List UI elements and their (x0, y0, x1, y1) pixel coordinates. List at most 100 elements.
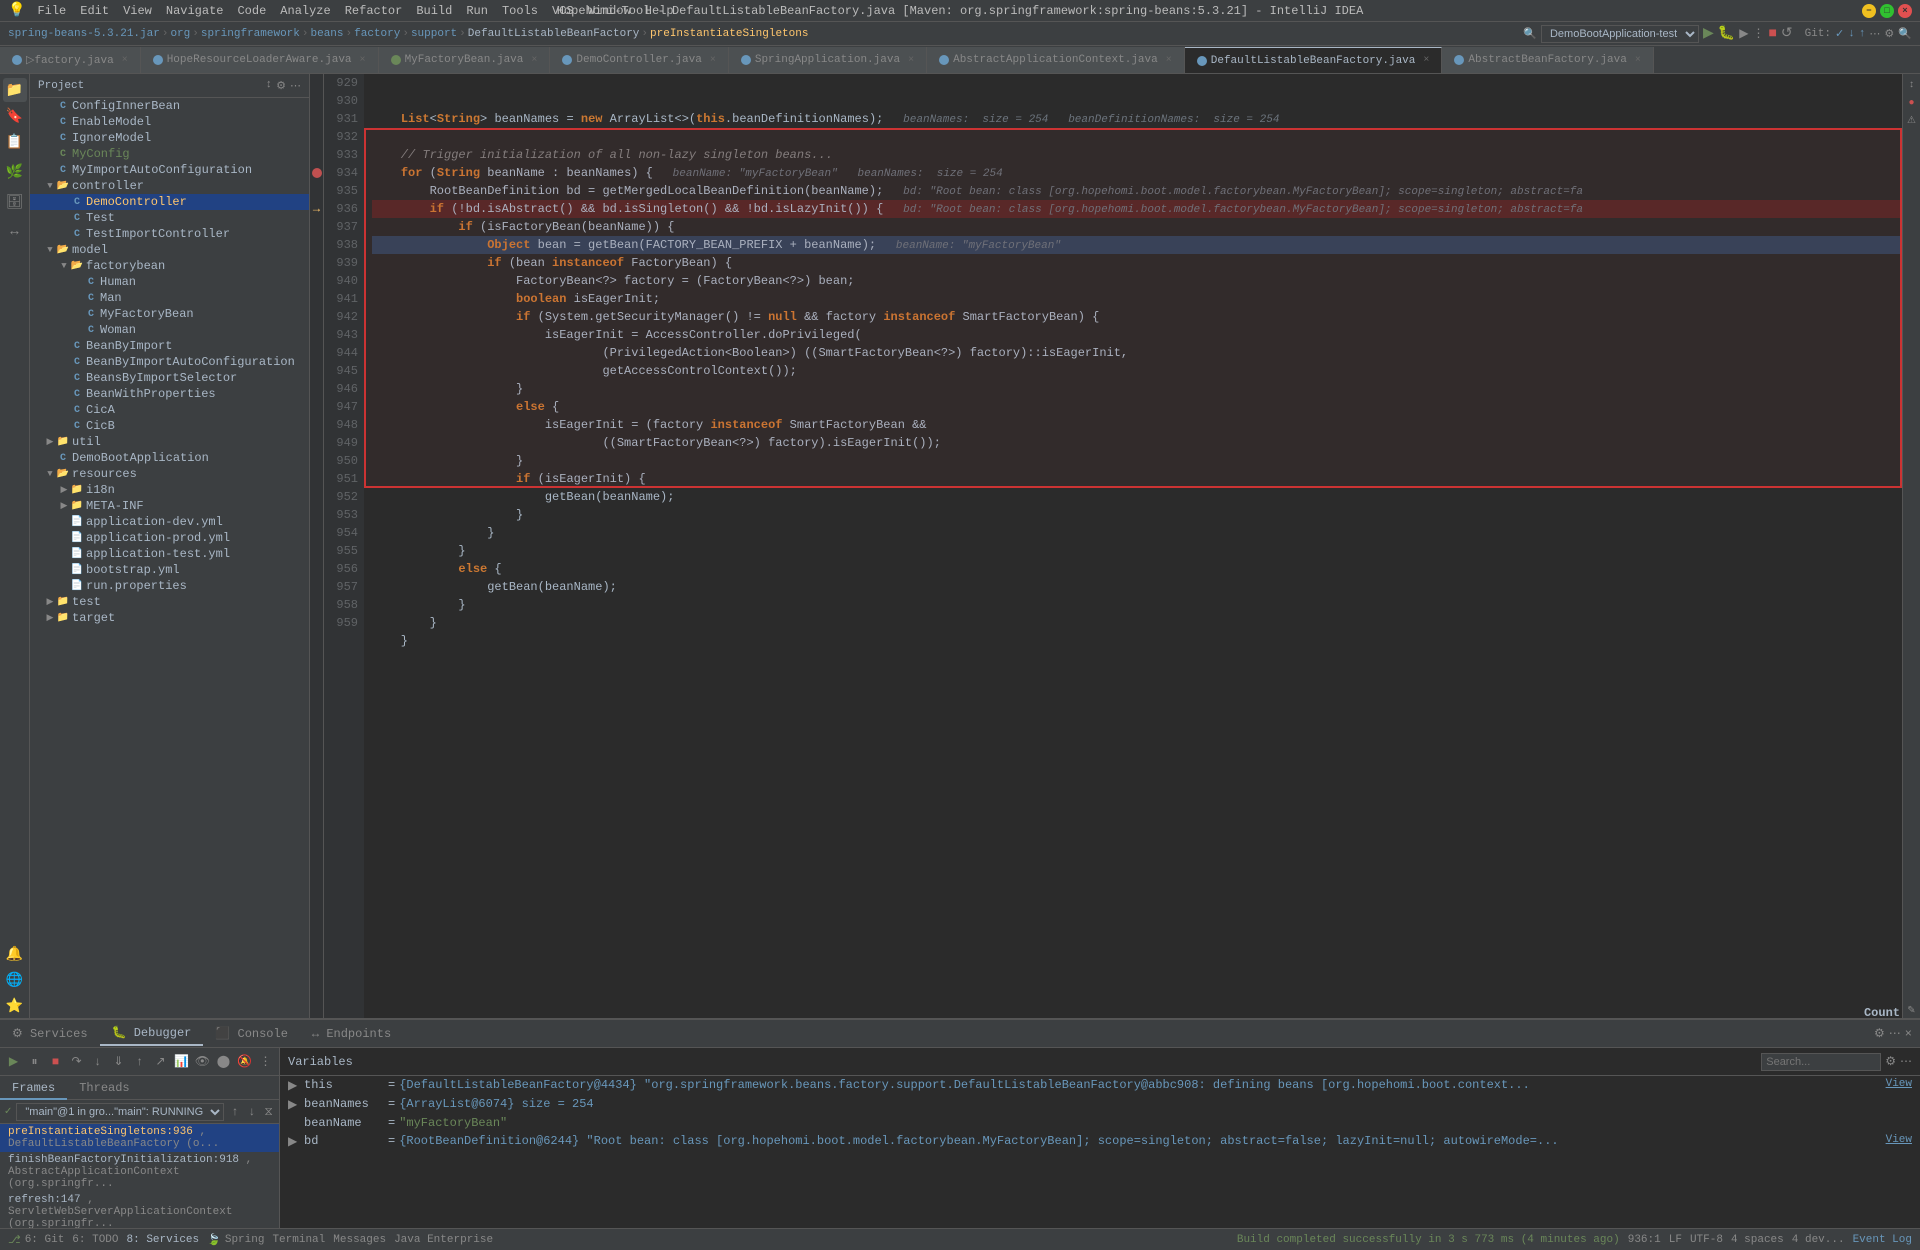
var-item-beanname[interactable]: beanName = "myFactoryBean" (280, 1114, 1920, 1132)
tree-item-application-test.yml[interactable]: 📄application-test.yml (30, 546, 309, 562)
thread-up-btn[interactable]: ↑ (228, 1102, 241, 1122)
debug-step-over-btn[interactable]: ↷ (67, 1052, 86, 1072)
tree-item-target[interactable]: ▶📁target (30, 610, 309, 626)
frames-tab[interactable]: Frames (0, 1076, 67, 1100)
tab-hope-resource[interactable]: HopeResourceLoaderAware.java × (141, 47, 379, 73)
tree-item-testimportcontroller[interactable]: CTestImportController (30, 226, 309, 242)
breadcrumb-beans[interactable]: beans (311, 28, 344, 40)
tree-item-democontroller[interactable]: CDemoController (30, 194, 309, 210)
menu-file[interactable]: File (31, 0, 72, 22)
right-icon-2[interactable]: ● (1905, 96, 1919, 110)
menu-build[interactable]: Build (410, 0, 458, 22)
bottom-settings-icon[interactable]: ⚙ (1874, 1026, 1885, 1041)
project-scope-icon[interactable]: ↕ (266, 79, 273, 93)
tab-close-factory[interactable]: × (122, 55, 128, 66)
bottom-tab-console[interactable]: ⬛ Console (203, 1022, 300, 1045)
tree-item-test[interactable]: ▶📁test (30, 594, 309, 610)
tab-abstractappcontext[interactable]: AbstractApplicationContext.java × (927, 47, 1185, 73)
tree-item-test[interactable]: CTest (30, 210, 309, 226)
debug-button[interactable]: 🐛 (1718, 25, 1735, 42)
tree-item-application-prod.yml[interactable]: 📄application-prod.yml (30, 530, 309, 546)
debug-pause-btn[interactable]: ⏸ (25, 1052, 44, 1072)
debug-eval-btn[interactable]: 📊 (172, 1052, 191, 1072)
variables-search-input[interactable] (1761, 1053, 1881, 1071)
menu-navigate[interactable]: Navigate (160, 0, 230, 22)
tab-close-abstractapp[interactable]: × (1166, 55, 1172, 66)
tab-close-democontroller[interactable]: × (710, 55, 716, 66)
var-item-this[interactable]: ▶ this = {DefaultListableBeanFactory@443… (280, 1076, 1920, 1095)
git-push[interactable]: ↑ (1859, 28, 1866, 40)
sidebar-favorites-icon[interactable]: ⭐ (3, 994, 27, 1018)
tree-item-model[interactable]: ▼📂model (30, 242, 309, 258)
tree-item-cica[interactable]: CCicA (30, 402, 309, 418)
status-position[interactable]: 936:1 (1628, 1234, 1661, 1246)
tree-item-myconfig[interactable]: CMyConfig (30, 146, 309, 162)
status-spring[interactable]: 🍃 Spring (207, 1233, 264, 1247)
threads-tab[interactable]: Threads (67, 1076, 141, 1100)
tab-close-defaultlistable[interactable]: × (1423, 55, 1429, 66)
tree-item-ignoremodel[interactable]: CIgnoreModel (30, 130, 309, 146)
tree-item-resources[interactable]: ▼📂resources (30, 466, 309, 482)
debug-step-out-btn[interactable]: ↑ (130, 1052, 149, 1072)
tab-close-abstractbean[interactable]: × (1635, 55, 1641, 66)
status-encoding[interactable]: UTF-8 (1690, 1234, 1723, 1246)
tab-factory[interactable]: ▷factory.java × (0, 47, 141, 73)
breadcrumb-springframework[interactable]: springframework (201, 28, 300, 40)
tree-item-myimportautoconfiguration[interactable]: CMyImportAutoConfiguration (30, 162, 309, 178)
sidebar-structure-icon[interactable]: 📋 (3, 130, 27, 154)
run-config-selector[interactable]: DemoBootApplication-test (1541, 25, 1699, 43)
code-area[interactable]: → 92993093193293393493593693793893994094… (310, 74, 1902, 1018)
menu-code[interactable]: Code (231, 0, 272, 22)
stop-button[interactable]: ■ (1768, 26, 1776, 42)
right-icon-1[interactable]: ↕ (1905, 78, 1919, 92)
menu-run[interactable]: Run (460, 0, 494, 22)
settings-icon[interactable]: ⚙ (1884, 27, 1894, 41)
tree-item-bootstrap.yml[interactable]: 📄bootstrap.yml (30, 562, 309, 578)
thread-down-btn[interactable]: ↓ (245, 1102, 258, 1122)
sidebar-bookmark-icon[interactable]: 🔖 (3, 104, 27, 128)
tree-item-human[interactable]: CHuman (30, 274, 309, 290)
project-settings-icon[interactable]: ⚙ (276, 79, 286, 93)
search-everywhere-icon[interactable]: 🔍 (1898, 27, 1912, 41)
status-todo[interactable]: 6: TODO (72, 1234, 118, 1246)
debug-breakpoints-btn[interactable]: ⬤ (214, 1052, 233, 1072)
status-git[interactable]: ⎇ 6: Git (8, 1233, 64, 1247)
sidebar-project-icon[interactable]: 📁 (3, 78, 27, 102)
tree-item-demobootapplication[interactable]: CDemoBootApplication (30, 450, 309, 466)
project-gear-icon[interactable]: ⋯ (290, 79, 301, 93)
tab-springapplication[interactable]: SpringApplication.java × (729, 47, 927, 73)
var-expand-icon[interactable]: ▶ (288, 1078, 300, 1093)
menu-edit[interactable]: Edit (74, 0, 115, 22)
var-view-link-this[interactable]: View (1886, 1078, 1912, 1090)
debug-mute-btn[interactable]: 🔕 (235, 1052, 254, 1072)
tree-item-beanwithproperties[interactable]: CBeanWithProperties (30, 386, 309, 402)
right-icon-4[interactable]: ✎ (1905, 1004, 1919, 1018)
frame-item-1[interactable]: finishBeanFactoryInitialization:918 , Ab… (0, 1152, 279, 1192)
tree-item-woman[interactable]: CWoman (30, 322, 309, 338)
tab-close-hope[interactable]: × (360, 55, 366, 66)
debug-run-to-cursor[interactable]: ↗ (151, 1052, 170, 1072)
status-lf[interactable]: LF (1669, 1234, 1682, 1246)
tree-item-myfactorybean[interactable]: CMyFactoryBean (30, 306, 309, 322)
sidebar-notifications-icon[interactable]: 🔔 (3, 942, 27, 966)
tree-item-beanbyimport[interactable]: CBeanByImport (30, 338, 309, 354)
debug-stop-btn[interactable]: ■ (46, 1052, 65, 1072)
menu-analyze[interactable]: Analyze (274, 0, 336, 22)
tree-item-i18n[interactable]: ▶📁i18n (30, 482, 309, 498)
var-item-bd[interactable]: ▶ bd = {RootBeanDefinition@6244} "Root b… (280, 1132, 1920, 1151)
menu-tools[interactable]: Tools (496, 0, 544, 22)
thread-filter-btn[interactable]: ⧖ (262, 1102, 275, 1122)
var-expand-icon[interactable]: ▶ (288, 1097, 300, 1112)
sidebar-database-icon[interactable]: 🗄 (3, 190, 27, 214)
status-indent[interactable]: 4 dev... (1792, 1234, 1845, 1246)
sidebar-git-icon[interactable]: 🌿 (3, 160, 27, 184)
code-content[interactable]: List<String> beanNames = new ArrayList<>… (364, 74, 1902, 1018)
event-log-link[interactable]: Event Log (1853, 1234, 1912, 1246)
more-run-options[interactable]: ⋮ (1752, 26, 1764, 41)
tree-item-beansbyimportselector[interactable]: CBeansByImportSelector (30, 370, 309, 386)
tab-myfactorybean[interactable]: MyFactoryBean.java × (379, 47, 551, 73)
tree-item-application-dev.yml[interactable]: 📄application-dev.yml (30, 514, 309, 530)
tree-item-meta-inf[interactable]: ▶📁META-INF (30, 498, 309, 514)
tree-item-beanbyimportautoconfiguration[interactable]: CBeanByImportAutoConfiguration (30, 354, 309, 370)
tab-close-springapp[interactable]: × (908, 55, 914, 66)
